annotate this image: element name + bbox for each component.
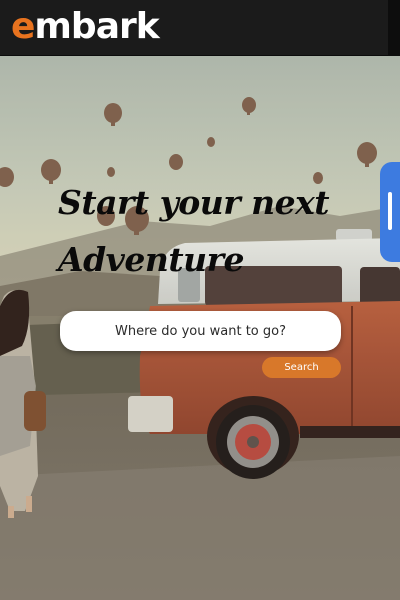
search-button[interactable]: Search bbox=[262, 357, 341, 378]
headline-line-2: Adventure bbox=[58, 240, 244, 279]
navbar-edge bbox=[388, 0, 400, 56]
embark-logo[interactable]: embark bbox=[11, 6, 160, 48]
top-navbar: embark bbox=[0, 0, 400, 56]
logo-accent-letter: e bbox=[11, 6, 35, 47]
drag-handle-icon bbox=[388, 192, 392, 230]
destination-search-input[interactable] bbox=[60, 311, 341, 351]
hero-headline: Start your next Adventure bbox=[58, 174, 358, 288]
logo-wordmark: mbark bbox=[34, 6, 159, 47]
headline-line-1: Start your next bbox=[58, 183, 330, 222]
side-drawer-tab[interactable] bbox=[380, 162, 400, 262]
